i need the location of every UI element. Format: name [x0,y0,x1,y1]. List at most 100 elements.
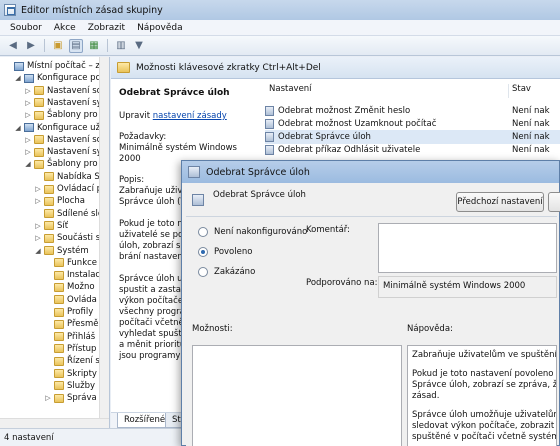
next-setting-button[interactable] [548,192,560,212]
column-header-setting[interactable]: Nastavení [269,84,312,94]
title-bar[interactable]: Editor místních zásad skupiny [0,0,560,20]
supported-on-box: Minimálně systém Windows 2000 [378,276,557,298]
tree-horizontal-scrollbar[interactable] [0,418,109,428]
toolbar-separator [44,39,45,52]
supported-value: Minimálně systém Windows 2000 [383,281,526,291]
radio-circle-selected[interactable] [198,247,208,257]
collapsed-arrow-icon[interactable]: ▷ [34,234,42,242]
tree-item-label: Plocha [57,196,85,207]
help-line: Správce úloh umožňuje uživatelům spus [412,410,557,420]
collapsed-arrow-icon[interactable]: ▷ [24,148,32,156]
edit-prefix: Upravit [119,111,151,121]
menu-zobrazit[interactable]: Zobrazit [82,23,131,33]
folder-icon [34,98,44,108]
collapsed-arrow-icon[interactable]: ▷ [24,111,32,119]
setting-state: Není nak [512,132,550,142]
comment-textbox[interactable] [378,223,557,273]
setting-name: Odebrat Správce úloh [278,132,371,142]
options-label: Možnosti: [192,324,233,334]
menu-akce[interactable]: Akce [48,23,82,33]
collapsed-arrow-icon[interactable]: ▷ [34,222,42,230]
collapsed-arrow-icon[interactable]: ▷ [24,99,32,107]
menu-bar: Soubor Akce Zobrazit Nápověda [0,20,560,36]
comment-label: Komentář: [306,225,350,235]
radio-label: Není nakonfigurováno [214,227,308,237]
tree-vertical-scrollbar[interactable] [99,57,109,428]
radio-disabled[interactable]: Zakázáno [198,267,255,277]
requirements-label: Požadavky: [119,132,167,142]
tree-item-label: Ovláda [67,294,97,305]
back-arrow-icon[interactable]: ◀ [6,39,20,53]
policy-setting-icon [265,106,274,116]
folder-icon [117,62,130,73]
folder-icon [44,209,54,219]
folder-icon [54,369,64,378]
folder-icon [54,319,64,329]
computer-icon [24,123,34,132]
list-header: Nastavení Stav [261,84,560,98]
help-line: Zabraňuje uživatelům ve spuštění Správ [412,350,557,360]
options-panel[interactable] [192,345,402,446]
collapsed-arrow-icon[interactable]: ▷ [34,185,42,193]
column-separator[interactable] [508,84,509,98]
folder-icon [34,110,44,120]
help-panel[interactable]: Zabraňuje uživatelům ve spuštění Správ Po… [407,345,557,446]
tree-item-label: Nabídka St [57,171,104,182]
tree-item-label: Místní počítač – zásac [27,61,109,71]
collapsed-arrow-icon[interactable]: ▷ [24,136,32,144]
dialog-body: Odebrat Správce úloh Předchozí nastavení… [186,183,560,446]
setting-name: Odebrat možnost Změnit heslo [278,106,411,116]
collapsed-arrow-icon[interactable]: ▷ [34,197,42,205]
radio-not-configured[interactable]: Není nakonfigurováno [198,227,307,237]
policy-icon [188,166,200,178]
help-icon[interactable]: ▥ [114,39,128,53]
computer-icon [14,61,24,71]
menu-soubor[interactable]: Soubor [4,23,48,33]
folder-icon [54,270,64,280]
edit-policy-link[interactable]: nastavení zásady [153,111,227,121]
supported-label: Podporováno na: [306,278,378,288]
tab-extended[interactable]: Rozšířené [117,413,173,428]
tree-item-label: Sdílené slo [57,208,104,219]
filter-icon[interactable]: ▼ [132,39,146,53]
tree-item-label: Přesmě [67,319,99,330]
settings-row[interactable]: Odebrat příkaz Odhlásit uživatele Není na… [265,143,560,157]
forward-arrow-icon[interactable]: ▶ [24,39,38,53]
radio-circle[interactable] [198,227,208,237]
export-list-icon[interactable]: ▦ [87,39,101,53]
help-paragraph: Zabraňuje uživatelům ve spuštění Správ [412,350,557,361]
settings-row[interactable]: Odebrat Správce úloh Není nak [265,130,560,144]
tree-item-label: Přístup [67,343,97,354]
settings-row[interactable]: Odebrat možnost Uzamknout počítač Není na… [265,117,560,131]
setting-name: Odebrat příkaz Odhlásit uživatele [278,145,421,155]
folder-icon [44,184,54,194]
up-folder-icon[interactable]: ▣ [51,39,65,53]
setting-state: Není nak [512,106,550,116]
previous-setting-button[interactable]: Předchozí nastavení [456,192,544,212]
folder-icon [34,159,44,169]
help-label: Nápověda: [407,324,453,334]
menu-napoveda[interactable]: Nápověda [131,23,189,33]
show-tree-icon[interactable]: ▤ [69,38,83,53]
folder-icon [34,86,44,96]
tree-item-label: Služby [67,380,96,391]
folder-icon [54,344,64,354]
expanded-arrow-icon[interactable]: ◢ [34,247,42,255]
radio-circle[interactable] [198,267,208,277]
expanded-arrow-icon[interactable]: ◢ [14,124,22,132]
expanded-arrow-icon[interactable]: ◢ [24,160,32,168]
dialog-title-bar[interactable]: Odebrat Správce úloh [182,161,559,183]
dialog-title: Odebrat Správce úloh [206,166,310,178]
column-header-state[interactable]: Stav [512,84,531,94]
tree-pane: Místní počítač – zásac◢Konfigurace počít… [0,57,110,428]
collapsed-arrow-icon[interactable]: ▷ [24,87,32,95]
expanded-arrow-icon[interactable]: ◢ [14,74,22,82]
help-paragraph: Správce úloh umožňuje uživatelům spussle… [412,410,557,443]
tree-item[interactable]: ▷ Správa [44,391,96,405]
collapsed-arrow-icon[interactable]: ▷ [44,394,52,402]
help-line: Správce úloh, zobrazí se zpráva, že dané [412,380,557,390]
radio-enabled[interactable]: Povoleno [198,247,252,257]
settings-row[interactable]: Odebrat možnost Změnit heslo Není nak [265,104,560,118]
folder-icon [44,221,54,231]
folder-header: Možnosti klávesové zkratky Ctrl+Alt+Del [111,57,560,79]
